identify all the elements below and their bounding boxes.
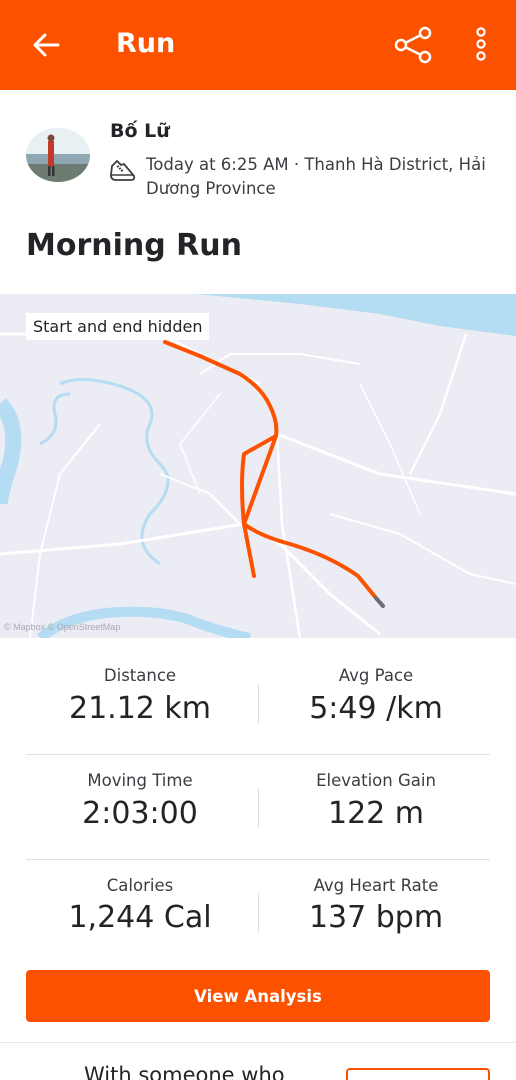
athlete-avatar[interactable]: [26, 128, 90, 182]
stat-moving-time-value: 2:03:00: [82, 796, 198, 831]
stats-row-divider: [26, 754, 490, 755]
add-friends-button[interactable]: [346, 1068, 490, 1080]
more-options-icon[interactable]: [466, 24, 496, 66]
view-analysis-button[interactable]: View Analysis: [26, 970, 490, 1022]
stat-calories-label: Calories: [106, 876, 174, 895]
stat-distance-value: 21.12 km: [68, 691, 212, 726]
stats-divider: [258, 788, 259, 828]
tag-partner-prompt: With someone who: [84, 1063, 285, 1080]
activity-meta: Today at 6:25 AM · Thanh Hà District, Hả…: [146, 155, 486, 198]
page-title: Run: [116, 28, 176, 59]
back-arrow-icon[interactable]: [28, 27, 64, 63]
stat-elevation-value: 122 m: [327, 796, 425, 831]
stat-heart-rate-label: Avg Heart Rate: [313, 876, 439, 895]
stat-calories-value: 1,244 Cal: [68, 900, 212, 935]
stat-pace-value: 5:49 /km: [309, 691, 443, 726]
section-divider: [0, 1042, 516, 1043]
stats-row-divider: [26, 859, 490, 860]
stat-pace-label: Avg Pace: [338, 666, 414, 685]
stat-distance-label: Distance: [103, 666, 177, 685]
stats-divider: [258, 893, 259, 933]
stats-divider: [258, 684, 259, 724]
map-attribution[interactable]: © Mapbox © OpenStreetMap: [4, 622, 120, 632]
stat-heart-rate-value: 137 bpm: [308, 900, 444, 935]
stat-moving-time-label: Moving Time: [87, 771, 193, 790]
app-bar: Run: [0, 0, 516, 90]
athlete-name[interactable]: Bố Lữ: [110, 120, 170, 142]
activity-title: Morning Run: [26, 228, 242, 263]
stat-elevation-label: Elevation Gain: [316, 771, 436, 790]
map-privacy-badge: Start and end hidden: [26, 313, 210, 340]
run-shoe-icon: [108, 156, 138, 186]
share-icon[interactable]: [392, 24, 434, 66]
route-map[interactable]: [0, 294, 516, 638]
